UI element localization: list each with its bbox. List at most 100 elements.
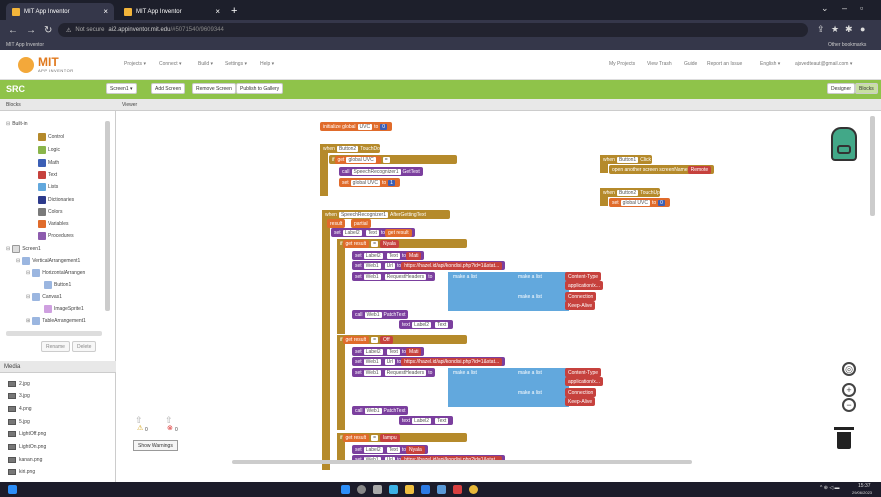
windows-start-icon[interactable]	[341, 485, 350, 494]
url-text-block[interactable]: https://hazel.id/api/kondisi.php?id=1&st…	[401, 357, 503, 366]
event-touchup-block[interactable]: when Button2 TouchUp	[600, 188, 660, 197]
media-item[interactable]: 2.jpg	[8, 381, 30, 387]
media-item[interactable]: 5.jpg	[8, 419, 30, 425]
tree-item-text[interactable]: Text	[38, 171, 57, 179]
set-label-text-block[interactable]: set Label2 Text to get result	[331, 228, 415, 237]
report-issue-link[interactable]: Report an Issue	[707, 61, 742, 67]
tab-close-icon[interactable]: ×	[103, 7, 108, 16]
blocks-scrollbar[interactable]	[105, 121, 110, 311]
if-block[interactable]: if get result = Off	[337, 335, 467, 344]
property-dropdown[interactable]: Url	[384, 262, 396, 269]
text-block[interactable]: Mati	[406, 347, 422, 356]
add-screen-button[interactable]: Add Screen	[151, 83, 186, 94]
media-item[interactable]: LightOn.png	[8, 444, 46, 450]
tree-item-colors[interactable]: Colors	[38, 208, 62, 216]
property-dropdown[interactable]: RequestHeaders	[384, 369, 427, 376]
make-list-block[interactable]: make a list	[450, 368, 480, 377]
app-icon[interactable]	[437, 485, 446, 494]
component-dropdown[interactable]: Button1	[616, 156, 639, 163]
url-text-block[interactable]: https://hazel.id/api/kondisi.php?id=1&st…	[401, 261, 503, 270]
workspace-vscrollbar[interactable]	[870, 116, 875, 216]
text-block[interactable]: application/x...	[565, 281, 603, 290]
open-screen-block[interactable]: open another screen screenName Remote	[609, 165, 715, 174]
blocks-workspace[interactable]: initialize global UVC to 0 when Button2 …	[117, 111, 881, 482]
workspace-hscrollbar[interactable]	[232, 460, 692, 464]
property-dropdown[interactable]: Text	[386, 348, 400, 355]
set-request-headers-block[interactable]: set Web1 RequestHeaders to	[352, 368, 436, 377]
set-request-headers-block[interactable]: set Web1 RequestHeaders to	[352, 272, 436, 281]
property-dropdown[interactable]: Url	[384, 358, 396, 365]
component-dropdown[interactable]: Web1	[363, 273, 381, 280]
text-block[interactable]: application/x...	[565, 377, 603, 386]
tree-item-variables[interactable]: Variables	[38, 220, 68, 228]
patchtext-arg[interactable]: text Label2 Text	[399, 416, 454, 425]
media-item[interactable]: kanan.png	[8, 457, 42, 463]
component-dropdown[interactable]: Label2	[412, 321, 432, 328]
text-block[interactable]: Nyala	[380, 239, 399, 248]
text-block[interactable]: Content-Type	[565, 272, 602, 281]
tree-builtin[interactable]: ⊟ Built-in	[6, 121, 28, 127]
my-projects-link[interactable]: My Projects	[609, 61, 635, 67]
var-name[interactable]: UVC	[357, 123, 373, 130]
if-block[interactable]: if get result = lampu	[337, 433, 467, 442]
text-block[interactable]: Keep-Alive	[565, 397, 596, 406]
recenter-icon[interactable]: ◎	[842, 362, 856, 376]
search-icon[interactable]	[357, 485, 366, 494]
file-explorer-icon[interactable]	[405, 485, 414, 494]
set-label-text-block[interactable]: set Label2 Text to Nyala	[352, 445, 428, 454]
text-block[interactable]: Keep-Alive	[565, 301, 596, 310]
component-dropdown[interactable]: SpeechRecognizer1	[351, 168, 401, 175]
media-item[interactable]: kiri.png	[8, 469, 35, 475]
menu-projects[interactable]: Projects ▾	[124, 61, 146, 67]
media-item[interactable]: LightOff.png	[8, 431, 46, 437]
rename-button[interactable]: Rename	[41, 341, 70, 352]
property-dropdown[interactable]: Text	[386, 252, 400, 259]
component-dropdown[interactable]: Web1	[363, 358, 381, 365]
trash-icon[interactable]	[834, 427, 854, 449]
bookmark-item[interactable]: MIT App Inventor	[6, 42, 44, 48]
tree-item-horizontal-arrangement[interactable]: ⊟ HorizontalArrangen	[26, 269, 85, 277]
tree-item-lists[interactable]: Lists	[38, 183, 58, 191]
component-dropdown[interactable]: Label2	[342, 229, 362, 236]
compare-op[interactable]: =	[371, 336, 378, 343]
browser-tab[interactable]: MIT App Inventor ×	[118, 3, 226, 20]
param-partial[interactable]: partial	[351, 219, 371, 228]
text-block[interactable]: Connection	[565, 388, 597, 397]
extensions-icon[interactable]: ✱	[845, 24, 853, 35]
component-dropdown[interactable]: SpeechRecognizer1	[338, 211, 388, 218]
tray-icons[interactable]: ^ ⊕ ◁ ▬	[820, 485, 840, 491]
set-label-text-block[interactable]: set Label2 Text to Mati	[352, 347, 425, 356]
blocks-button[interactable]: Blocks	[855, 83, 878, 94]
get-result-block[interactable]: get result	[342, 335, 370, 344]
reload-icon[interactable]: ↻	[44, 25, 52, 36]
get-global-block[interactable]: get global UVC	[334, 155, 381, 164]
tab-close-icon[interactable]: ×	[215, 7, 220, 16]
component-dropdown[interactable]: Web1	[363, 369, 381, 376]
browser-tab[interactable]: MIT App Inventor ×	[6, 3, 114, 20]
forward-icon[interactable]: →	[26, 25, 36, 36]
number-block[interactable]: 1	[388, 179, 395, 186]
component-dropdown[interactable]: Web1	[363, 262, 381, 269]
profile-icon[interactable]: ●	[860, 24, 865, 34]
tree-item-procedures[interactable]: Procedures	[38, 232, 74, 240]
component-dropdown[interactable]: Button2	[616, 189, 639, 196]
windows-start-icon[interactable]	[8, 485, 17, 494]
property-dropdown[interactable]: Text	[435, 321, 449, 328]
tree-item-control[interactable]: Control	[38, 133, 64, 141]
make-list-block[interactable]: make a list	[515, 292, 545, 301]
text-block[interactable]: lampu	[380, 433, 400, 442]
call-patchtext-block[interactable]: call Web1 PatchText	[352, 310, 409, 319]
maximize-icon[interactable]: ▫	[860, 3, 863, 13]
guide-link[interactable]: Guide	[684, 61, 697, 67]
var-name[interactable]: global UVC	[350, 179, 380, 186]
menu-connect[interactable]: Connect ▾	[159, 61, 182, 67]
if-block[interactable]: if get result = Nyala	[337, 239, 467, 248]
media-item[interactable]: 3.jpg	[8, 393, 30, 399]
mit-logo[interactable]: MIT APP INVENTOR	[16, 55, 96, 77]
make-list-block[interactable]: make a list	[515, 272, 545, 281]
back-icon[interactable]: ←	[8, 25, 18, 36]
if-block[interactable]: if get global UVC =	[329, 155, 457, 164]
star-icon[interactable]: ★	[831, 24, 839, 35]
property-dropdown[interactable]: Text	[435, 417, 449, 424]
tree-item-table-arrangement[interactable]: ⊞ TableArrangement1	[26, 317, 86, 325]
